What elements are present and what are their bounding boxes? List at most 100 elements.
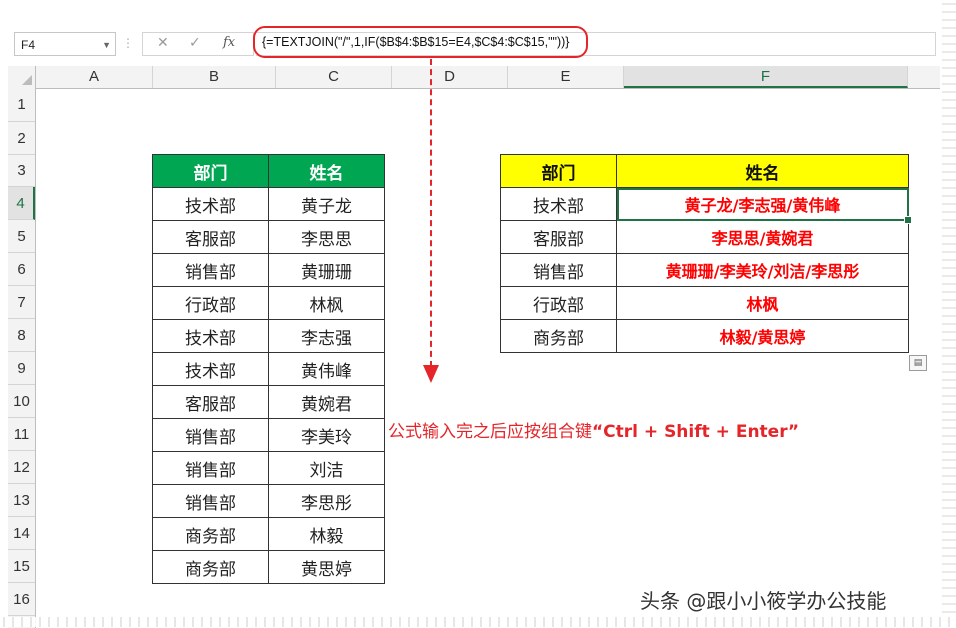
cell-dept[interactable]: 销售部 — [152, 253, 269, 287]
cell-name[interactable]: 黄子龙/李志强/黄伟峰 — [616, 187, 909, 221]
table-row: 客服部 李思思/黄婉君 — [500, 220, 909, 254]
cell-name[interactable]: 林枫 — [268, 286, 385, 320]
row-header-7[interactable]: 7 — [8, 286, 35, 319]
table-row: 客服部 李思思 — [152, 220, 385, 254]
cell-dept[interactable]: 客服部 — [152, 385, 269, 419]
watermark-text: 头条 @跟小小筱学办公技能 — [640, 589, 887, 613]
cell-name[interactable]: 李思思 — [268, 220, 385, 254]
cell-name[interactable]: 李思彤 — [268, 484, 385, 518]
column-header-e[interactable]: E — [508, 66, 624, 88]
cell-name[interactable]: 李志强 — [268, 319, 385, 353]
cell-dept[interactable]: 销售部 — [152, 484, 269, 518]
arrow-down-icon — [423, 365, 439, 383]
row-header-14[interactable]: 14 — [8, 517, 35, 550]
column-header-d[interactable]: D — [392, 66, 508, 88]
cell-dept[interactable]: 技术部 — [500, 187, 617, 221]
cell-dept[interactable]: 行政部 — [152, 286, 269, 320]
drag-handle-icon[interactable]: ⋮ — [122, 36, 134, 50]
column-header-c[interactable]: C — [276, 66, 392, 88]
confirm-icon[interactable]: ✓ — [189, 35, 201, 51]
cell-name[interactable]: 黄珊珊 — [268, 253, 385, 287]
table-row: 技术部 黄子龙/李志强/黄伟峰 — [500, 187, 909, 221]
cell-dept[interactable]: 销售部 — [152, 451, 269, 485]
cancel-icon[interactable]: ✕ — [157, 35, 169, 51]
header-cell-name[interactable]: 姓名 — [268, 154, 385, 188]
fill-handle[interactable] — [904, 216, 912, 224]
cell-dept[interactable]: 商务部 — [152, 550, 269, 584]
row-header-15[interactable]: 15 — [8, 550, 35, 583]
cell-dept[interactable]: 客服部 — [152, 220, 269, 254]
cell-name[interactable]: 黄婉君 — [268, 385, 385, 419]
row-header-1[interactable]: 1 — [8, 88, 35, 122]
cell-name[interactable]: 黄珊珊/李美玲/刘洁/李思彤 — [616, 253, 909, 287]
name-box[interactable]: F4 ▼ — [14, 32, 116, 56]
row-header-2[interactable]: 2 — [8, 122, 35, 155]
table-row: 技术部 李志强 — [152, 319, 385, 353]
annotation-arrow-line — [430, 59, 432, 367]
row-header-9[interactable]: 9 — [8, 352, 35, 385]
table-row: 销售部 黄珊珊 — [152, 253, 385, 287]
table-row: 技术部 黄伟峰 — [152, 352, 385, 386]
row-header-10[interactable]: 10 — [8, 385, 35, 418]
cell-dept[interactable]: 销售部 — [500, 253, 617, 287]
row-header-3[interactable]: 3 — [8, 155, 35, 187]
source-table: 部门 姓名 技术部 黄子龙 客服部 李思思 销售部 黄珊珊 行政部 林枫 技术部 李志强 技术部 黄伟峰客… — [152, 154, 385, 584]
cell-dept[interactable]: 行政部 — [500, 286, 617, 320]
cell-dept[interactable]: 商务部 — [152, 517, 269, 551]
column-header-b[interactable]: B — [153, 66, 276, 88]
table-row: 技术部 黄子龙 — [152, 187, 385, 221]
cell-dept[interactable]: 客服部 — [500, 220, 617, 254]
chevron-down-icon[interactable]: ▼ — [102, 33, 111, 57]
row-header-4[interactable]: 4 — [8, 187, 35, 220]
column-header-a[interactable]: A — [36, 66, 153, 88]
row-header-5[interactable]: 5 — [8, 220, 35, 253]
column-headers: ABCDEF — [8, 66, 940, 89]
cell-name[interactable]: 林毅 — [268, 517, 385, 551]
table-row: 商务部 黄思婷 — [152, 550, 385, 584]
insert-function-icon[interactable]: fx — [223, 35, 235, 50]
row-header-16[interactable]: 16 — [8, 583, 35, 616]
clipboard-icon[interactable]: ▤ — [909, 355, 927, 371]
annotation-note: 公式输入完之后应按组合键“Ctrl + Shift + Enter” — [388, 417, 799, 442]
row-header-12[interactable]: 12 — [8, 451, 35, 484]
header-cell-dept[interactable]: 部门 — [500, 154, 617, 188]
header-cell-dept[interactable]: 部门 — [152, 154, 269, 188]
torn-edge-right — [942, 0, 956, 627]
cell-dept[interactable]: 技术部 — [152, 187, 269, 221]
formula-bar: F4 ▼ ⋮ ✕ ✓ fx {=TEXTJOIN("/",1,IF($B$4:$… — [8, 26, 940, 60]
spreadsheet-window: F4 ▼ ⋮ ✕ ✓ fx {=TEXTJOIN("/",1,IF($B$4:$… — [0, 0, 956, 628]
table-header-row: 部门 姓名 — [500, 154, 909, 188]
formula-controls: ✕ ✓ fx — [142, 32, 254, 56]
cell-dept[interactable]: 技术部 — [152, 319, 269, 353]
table-row: 销售部 李美玲 — [152, 418, 385, 452]
table-row: 销售部 黄珊珊/李美玲/刘洁/李思彤 — [500, 253, 909, 287]
row-header-13[interactable]: 13 — [8, 484, 35, 517]
cell-name[interactable]: 林枫 — [616, 286, 909, 320]
cell-name[interactable]: 林毅/黄思婷 — [616, 319, 909, 353]
formula-highlight-outline — [253, 26, 588, 58]
table-header-row: 部门 姓名 — [152, 154, 385, 188]
cell-name[interactable]: 李美玲 — [268, 418, 385, 452]
cell-dept[interactable]: 技术部 — [152, 352, 269, 386]
name-box-value: F4 — [21, 38, 36, 52]
cell-name[interactable]: 黄伟峰 — [268, 352, 385, 386]
select-all-corner[interactable] — [8, 66, 36, 88]
cell-dept[interactable]: 销售部 — [152, 418, 269, 452]
header-cell-name[interactable]: 姓名 — [616, 154, 909, 188]
table-row: 行政部 林枫 — [152, 286, 385, 320]
row-headers: 1 2 3 4 5 6 7 8 9 10 11 12 13 14 15 16 — [8, 88, 36, 628]
annotation-text: 公式输入完之后应按组合键 — [388, 422, 592, 442]
cell-name[interactable]: 刘洁 — [268, 451, 385, 485]
row-header-6[interactable]: 6 — [8, 253, 35, 286]
row-header-11[interactable]: 11 — [8, 418, 35, 451]
cell-dept[interactable]: 商务部 — [500, 319, 617, 353]
cell-name[interactable]: 黄子龙 — [268, 187, 385, 221]
table-row: 销售部 李思彤 — [152, 484, 385, 518]
result-table: 部门 姓名 技术部 黄子龙/李志强/黄伟峰 客服部 李思思/黄婉君 销售部 黄珊珊/李美玲/刘… — [500, 154, 909, 353]
column-header-f[interactable]: F — [624, 66, 908, 88]
table-row: 商务部 林毅 — [152, 517, 385, 551]
row-header-8[interactable]: 8 — [8, 319, 35, 352]
cell-name[interactable]: 黄思婷 — [268, 550, 385, 584]
cell-name[interactable]: 李思思/黄婉君 — [616, 220, 909, 254]
table-row: 客服部 黄婉君 — [152, 385, 385, 419]
